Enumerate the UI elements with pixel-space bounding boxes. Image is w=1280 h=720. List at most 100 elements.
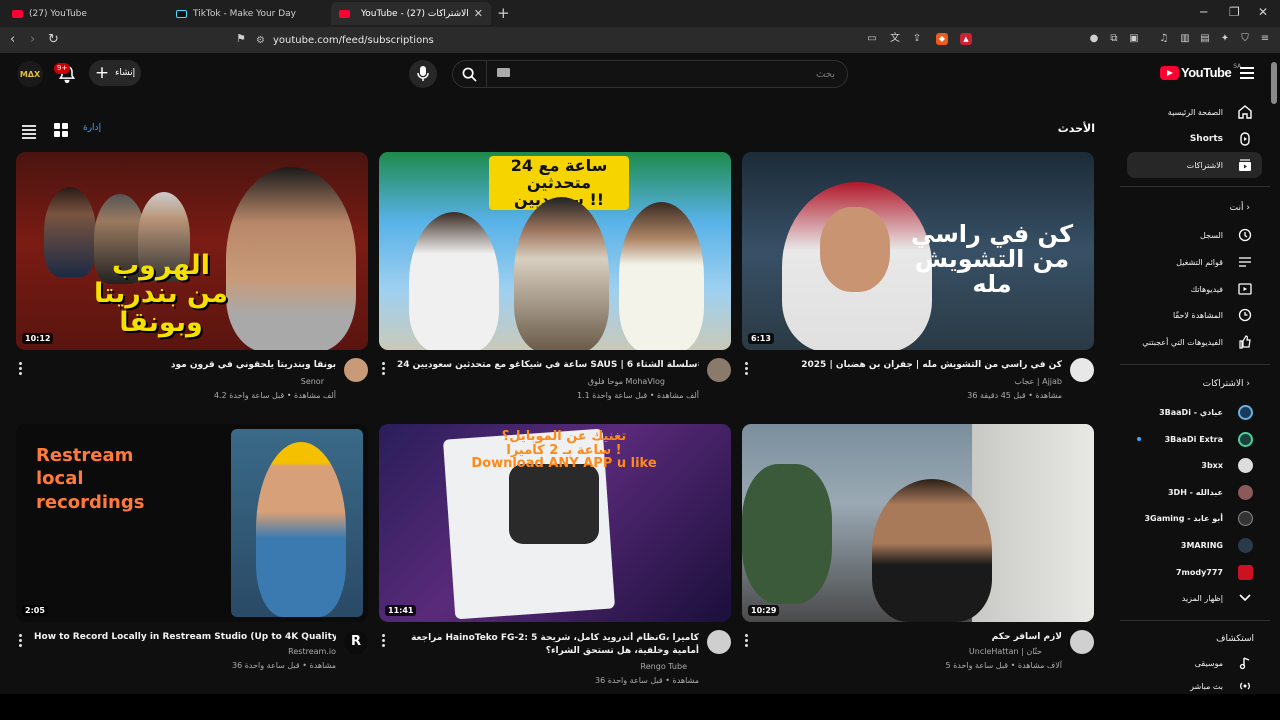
minimize-icon[interactable]: ─ (1200, 5, 1207, 19)
sidebar-item-playlists[interactable]: قوائم التشغيل (1127, 249, 1262, 275)
channel-avatar[interactable] (1070, 630, 1094, 654)
channel-avatar[interactable] (707, 630, 731, 654)
channel-name[interactable]: Senor (34, 377, 324, 386)
video-title[interactable]: مراجعة HainoTeko FG-2: نظام أندرويد كامل… (397, 632, 699, 658)
video-title[interactable]: How to Record Locally in Restream Studio… (34, 632, 336, 642)
sidebar-show-more[interactable]: إظهار المزيد (1127, 585, 1262, 611)
video-title[interactable]: بونقا وبندريتا يلحقوني في قرون مود (34, 360, 336, 370)
logo-text: YouTube (1181, 65, 1232, 80)
more-actions-icon[interactable] (19, 362, 23, 377)
watch-later-icon (1237, 307, 1253, 323)
brave-shields-icon[interactable]: ◆ (936, 33, 948, 45)
sidebar-item-live[interactable]: بث مباشر (1127, 677, 1262, 695)
new-tab-button[interactable]: + (497, 4, 510, 22)
keyboard-icon[interactable] (497, 68, 510, 77)
video-title[interactable]: 24 ساعة في شيكاغو مع متحدثين سعوديين SAU… (397, 360, 699, 370)
sidebar-item-subscriptions[interactable]: الاشتراكات (1127, 152, 1262, 178)
sidebar-item-label: الصفحة الرئيسية (1167, 107, 1223, 117)
sidebar-subscriptions-header[interactable]: الاشتراكات › (1160, 379, 1254, 389)
video-thumbnail[interactable]: 24 ساعة مع متحدثين سعوديين !! (379, 152, 731, 350)
sidebar-item-liked-videos[interactable]: الفيديوهات التي أعجبتني (1127, 329, 1262, 355)
channel-name[interactable]: Rengo Tube (397, 662, 687, 671)
more-actions-icon[interactable] (745, 362, 749, 377)
video-thumbnail[interactable]: 10:29 (742, 424, 1094, 622)
channel-avatar[interactable] (1070, 358, 1094, 382)
sidebar-item-home[interactable]: الصفحة الرئيسية (1127, 99, 1262, 125)
sidebar-item-label: موسيقى (1194, 658, 1223, 668)
back-icon[interactable]: ‹ (10, 32, 15, 47)
avatar[interactable]: MΔX (17, 61, 43, 87)
list-view-icon[interactable] (22, 125, 36, 141)
share-icon[interactable]: ⇪ (911, 33, 923, 45)
channel-name[interactable]: عجاب | Ajjab (760, 377, 1062, 386)
youtube-logo[interactable]: YouTube SA (1160, 63, 1241, 80)
youtube-favicon-icon (339, 9, 350, 18)
wallet-icon[interactable]: ▤ (1199, 33, 1211, 45)
media-icon[interactable]: ♫ (1158, 33, 1170, 45)
channel-name[interactable]: Restream.io (34, 647, 336, 656)
sidebar-you-header[interactable]: أنت › (1160, 203, 1254, 213)
more-actions-icon[interactable] (745, 634, 749, 649)
sidebar-item-shorts[interactable]: Shorts (1127, 126, 1262, 152)
sidebar-scrollbar[interactable] (1271, 62, 1277, 104)
bookmark-icon[interactable]: ⚑ (236, 32, 246, 45)
video-thumbnail[interactable]: تغنيك عن الموبايل؟ ساعة بـ 2 كاميرا ! Do… (379, 424, 731, 622)
guide-menu-icon[interactable] (1240, 67, 1254, 82)
video-thumbnail[interactable]: الهروب من بندريتا وبونقا 10:12 (16, 152, 368, 350)
channel-avatar[interactable] (707, 358, 731, 382)
more-actions-icon[interactable] (382, 362, 386, 377)
tab-tiktok[interactable]: TikTok - Make Your Day (168, 2, 330, 25)
sidebar-item-history[interactable]: السجل (1127, 222, 1262, 248)
more-actions-icon[interactable] (382, 634, 386, 649)
video-title[interactable]: كن في راسي من التشويش مله | جفران بن هضب… (760, 360, 1062, 370)
browser-toolbar: ‹ › ↻ ⚑ ⚙ youtube.com/feed/subscriptions… (0, 27, 1280, 53)
video-stats: 36 مشاهدة • قبل 45 دقيقة (967, 391, 1062, 400)
more-actions-icon[interactable] (19, 634, 23, 649)
channel-avatar[interactable] (344, 358, 368, 382)
voice-search-button[interactable] (409, 60, 437, 88)
sidebar-subscription[interactable]: 7mody777 (1127, 559, 1262, 585)
tab-youtube-1[interactable]: (27) YouTube (4, 2, 166, 25)
leo-ai-icon[interactable]: ✦ (1219, 33, 1231, 45)
search-input[interactable] (487, 61, 847, 87)
music-note-icon (1237, 655, 1253, 671)
channel-avatar[interactable]: R (344, 630, 368, 654)
sidebar-item-watch-later[interactable]: المشاهدة لاحقًا (1127, 302, 1262, 328)
tab-youtube-subscriptions[interactable]: YouTube - الاشتراكات (27) ✕ (331, 2, 491, 25)
channel-name[interactable]: موحا فلوق MohaVlog (397, 377, 665, 386)
address-bar[interactable]: ⚙ youtube.com/feed/subscriptions (256, 30, 992, 50)
close-window-icon[interactable]: ✕ (1258, 5, 1268, 19)
video-thumbnail[interactable]: كن في راسي من التشويش مله 6:13 (742, 152, 1094, 350)
rewards-icon[interactable]: ▲ (960, 33, 972, 45)
channel-name[interactable]: UncleHattan | حتّان (760, 647, 1042, 656)
sidebar-subscription[interactable]: 3bxx (1127, 452, 1262, 478)
sidebar-subscription[interactable]: 3MARING (1127, 532, 1262, 558)
sidebar-subscription[interactable]: 3BaaDi Extra (1127, 426, 1262, 452)
sidebar-toggle-icon[interactable]: ▥ (1179, 33, 1191, 45)
translate-icon[interactable]: 文 (889, 33, 901, 45)
vpn-icon[interactable]: ⛉ (1239, 33, 1251, 45)
create-button[interactable]: + إنشاء (89, 60, 141, 86)
restore-icon[interactable]: ❐ (1229, 5, 1240, 19)
sidebar-subscription[interactable]: 3DH - عبدالله (1127, 479, 1262, 505)
subscription-label: 3Gaming - أبو عابد (1144, 513, 1223, 523)
sidebar-item-music[interactable]: موسيقى (1127, 650, 1262, 676)
cast-icon[interactable]: ▭ (866, 33, 878, 45)
extensions-icon[interactable]: ⧉ (1108, 33, 1120, 45)
grid-view-icon[interactable] (54, 123, 68, 137)
video-thumbnail[interactable]: Restream local recordings 2:05 (16, 424, 368, 622)
menu-icon[interactable]: ≡ (1259, 33, 1271, 45)
video-title[interactable]: لازم اسافر حكم (760, 632, 1062, 642)
close-tab-icon[interactable]: ✕ (474, 7, 483, 20)
site-info-icon[interactable]: ⚙ (256, 35, 265, 46)
sidebar-subscription[interactable]: 3Gaming - أبو عابد (1127, 505, 1262, 531)
show-more-label: إظهار المزيد (1181, 593, 1223, 603)
screenshot-icon[interactable]: ▣ (1128, 33, 1140, 45)
forward-icon[interactable]: › (30, 32, 35, 47)
reload-icon[interactable]: ↻ (48, 32, 59, 47)
search-button[interactable] (453, 61, 487, 87)
sidebar-item-your-videos[interactable]: فيديوهاتك (1127, 276, 1262, 302)
manage-subscriptions-link[interactable]: إدارة (83, 123, 101, 133)
sidebar-subscription[interactable]: 3BaaDi - عبادي (1127, 399, 1262, 425)
extension-bell-icon[interactable]: ● (1088, 33, 1100, 45)
